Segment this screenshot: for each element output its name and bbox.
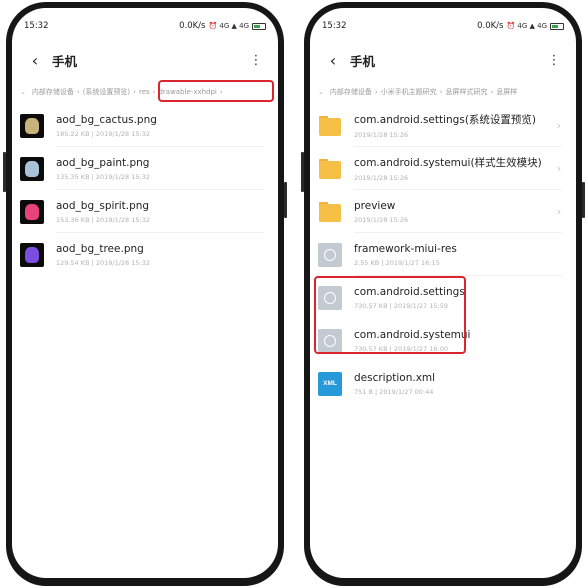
breadcrumb-item[interactable]: 内部存储设备 (330, 87, 372, 97)
right-phone: 15:32 0.0K/s ⏰ 4G ▲ 4G ‹ 手机 ⋮ ⌄ 内部存储设备 ›… (301, 2, 585, 586)
breadcrumb-separator: › (490, 88, 494, 96)
breadcrumb-item[interactable]: 内部存储设备 (32, 87, 74, 97)
back-arrow-icon[interactable]: ‹ (320, 47, 346, 73)
file-row[interactable]: XML description.xml 751 B | 2019/1/27 00… (310, 362, 576, 405)
battery-icon (550, 22, 564, 30)
network-speed: 0.0K/s (477, 21, 504, 31)
image-thumbnail-icon (20, 113, 44, 138)
file-icon (318, 242, 342, 267)
file-name: com.android.systemui (354, 328, 471, 341)
file-name: aod_bg_tree.png (56, 242, 144, 255)
file-name: aod_bg_spirit.png (56, 199, 150, 212)
status-bar: 15:32 0.0K/s ⏰ 4G ▲ 4G (322, 18, 564, 34)
breadcrumb-separator: › (439, 88, 443, 96)
file-name: aod_bg_paint.png (56, 156, 150, 169)
chevron-down-icon[interactable]: ⌄ (318, 88, 324, 96)
breadcrumb-item[interactable]: drawable-xxhdpi (158, 88, 216, 96)
folder-name: com.android.systemui(样式生效模块) (354, 157, 542, 169)
network-speed: 0.0K/s (179, 21, 206, 31)
folder-icon (318, 200, 342, 224)
right-screen: 15:32 0.0K/s ⏰ 4G ▲ 4G ‹ 手机 ⋮ ⌄ 内部存储设备 ›… (310, 8, 576, 578)
breadcrumb-item[interactable]: 息屏样式研究 (446, 87, 488, 97)
file-meta: 730.57 KB | 2019/1/27 16:00 (354, 344, 448, 353)
folder-icon (318, 157, 342, 181)
folder-meta: 2019/1/28 15:26 (354, 215, 409, 224)
image-thumbnail-icon (20, 242, 44, 267)
file-row[interactable]: com.android.settings 730.57 KB | 2019/1/… (310, 276, 576, 319)
folder-icon (318, 114, 342, 138)
file-meta: 129.54 KB | 2019/1/28 15:32 (56, 258, 150, 267)
left-screen: 15:32 0.0K/s ⏰ 4G ▲ 4G ‹ 手机 ⋮ ⌄ 内部存储设备 ›… (12, 8, 278, 578)
breadcrumb: ⌄ 内部存储设备 › (系统设置预览) › res › drawable-xxh… (12, 84, 278, 100)
file-meta: 135.35 KB | 2019/1/28 15:32 (56, 172, 150, 181)
volume-button (301, 152, 304, 192)
breadcrumb-item[interactable]: (系统设置预览) (83, 87, 130, 97)
folder-name: com.android.settings(系统设置预览) (354, 114, 537, 126)
file-meta: 153.36 KB | 2019/1/28 15:32 (56, 215, 150, 224)
power-button (582, 182, 585, 218)
image-thumbnail-icon (20, 199, 44, 224)
file-meta: 185.22 KB | 2019/1/28 15:32 (56, 129, 150, 138)
folder-row[interactable]: com.android.systemui(样式生效模块) 2019/1/28 1… (310, 147, 576, 190)
breadcrumb-item[interactable]: 小米手机主题研究 (381, 87, 437, 97)
xml-file-icon: XML (318, 371, 342, 396)
more-options-icon[interactable]: ⋮ (246, 47, 266, 73)
folder-name: preview (354, 199, 396, 212)
file-meta: 2.55 KB | 2019/1/27 16:15 (354, 258, 440, 267)
breadcrumb-item[interactable]: 息屏样 (496, 87, 517, 97)
file-row[interactable]: aod_bg_spirit.png 153.36 KB | 2019/1/28 … (12, 190, 278, 233)
breadcrumb-separator: › (219, 88, 223, 96)
file-list: com.android.settings(系统设置预览) 2019/1/28 1… (310, 104, 576, 405)
breadcrumb-separator: › (152, 88, 156, 96)
breadcrumb-separator: › (76, 88, 80, 96)
folder-meta: 2019/1/28 15:26 (354, 131, 409, 139)
breadcrumb-item[interactable]: res (139, 88, 150, 96)
left-phone: 15:32 0.0K/s ⏰ 4G ▲ 4G ‹ 手机 ⋮ ⌄ 内部存储设备 ›… (3, 2, 287, 586)
folder-row[interactable]: preview 2019/1/28 15:26 › (310, 190, 576, 233)
file-row[interactable]: aod_bg_tree.png 129.54 KB | 2019/1/28 15… (12, 233, 278, 276)
volume-button (3, 152, 6, 192)
chevron-right-icon: › (556, 119, 562, 132)
file-row[interactable]: aod_bg_cactus.png 185.22 KB | 2019/1/28 … (12, 104, 278, 147)
file-row[interactable]: com.android.systemui 730.57 KB | 2019/1/… (310, 319, 576, 362)
more-options-icon[interactable]: ⋮ (544, 47, 564, 73)
power-button (284, 182, 287, 218)
status-time: 15:32 (24, 21, 49, 31)
file-row[interactable]: aod_bg_paint.png 135.35 KB | 2019/1/28 1… (12, 147, 278, 190)
signal-icons: ⏰ 4G ▲ 4G (506, 22, 547, 30)
folder-meta: 2019/1/28 15:26 (354, 174, 409, 182)
battery-icon (252, 22, 266, 30)
status-time: 15:32 (322, 21, 347, 31)
folder-row[interactable]: com.android.settings(系统设置预览) 2019/1/28 1… (310, 104, 576, 147)
file-meta: 751 B | 2019/1/27 00:44 (354, 387, 434, 396)
file-name: framework-miui-res (354, 242, 457, 255)
title-bar: ‹ 手机 ⋮ (310, 46, 576, 74)
chevron-down-icon[interactable]: ⌄ (20, 88, 26, 96)
image-thumbnail-icon (20, 156, 44, 181)
title-bar: ‹ 手机 ⋮ (12, 46, 278, 74)
page-title: 手机 (52, 53, 78, 69)
file-icon (318, 328, 342, 353)
back-arrow-icon[interactable]: ‹ (22, 47, 48, 73)
status-bar: 15:32 0.0K/s ⏰ 4G ▲ 4G (24, 18, 266, 34)
file-list: aod_bg_cactus.png 185.22 KB | 2019/1/28 … (12, 104, 278, 276)
file-name: description.xml (354, 371, 436, 384)
file-icon (318, 285, 342, 310)
chevron-right-icon: › (556, 162, 562, 175)
file-name: aod_bg_cactus.png (56, 113, 157, 126)
breadcrumb-separator: › (374, 88, 378, 96)
chevron-right-icon: › (556, 205, 562, 218)
page-title: 手机 (350, 53, 376, 69)
file-row[interactable]: framework-miui-res 2.55 KB | 2019/1/27 1… (310, 233, 576, 276)
breadcrumb: ⌄ 内部存储设备 › 小米手机主题研究 › 息屏样式研究 › 息屏样 (310, 84, 576, 100)
signal-icons: ⏰ 4G ▲ 4G (208, 22, 249, 30)
breadcrumb-separator: › (133, 88, 136, 96)
file-meta: 730.57 KB | 2019/1/27 15:59 (354, 301, 448, 310)
file-name: com.android.settings (354, 285, 465, 298)
